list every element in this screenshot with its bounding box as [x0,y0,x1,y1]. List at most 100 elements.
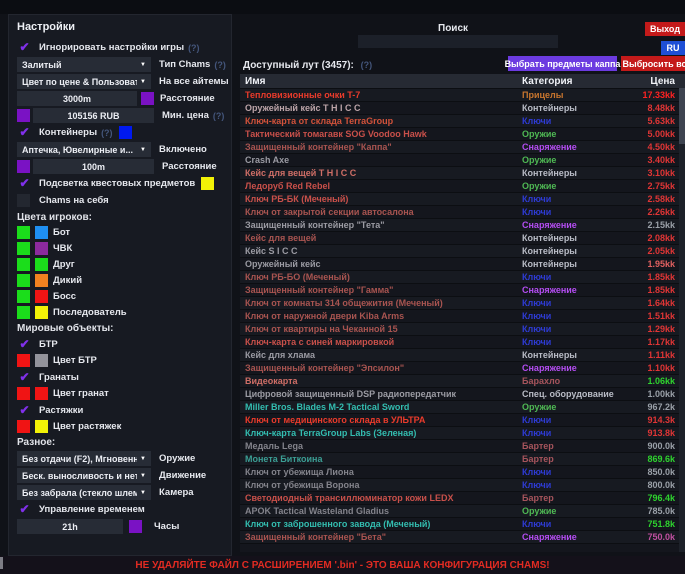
select-kappa-items-button[interactable]: Выбрать предметы каппа [508,56,617,71]
containers-filter-dropdown[interactable]: Аптечка, Ювелирные и... ▼ [17,142,151,157]
color-swatch[interactable] [17,242,30,255]
table-row[interactable]: Ключ от комнаты 314 общежития (Меченый)К… [240,296,685,309]
weapon-dropdown[interactable]: Без отдачи (F2), Мгновенное п ▼ [17,451,151,466]
hours-input[interactable]: 21h [17,519,123,534]
item-name: Защищенный контейнер "Эпсилон" [240,363,522,373]
help-icon[interactable]: (?) [214,60,226,70]
grenades-checkbox[interactable]: ✔ [17,371,32,384]
item-name: Тактический томагавк SOG Voodoo Hawk [240,129,522,139]
table-row[interactable]: Защищенный контейнер "Эпсилон"Снаряжение… [240,361,685,374]
containers-distance-input[interactable]: 100m [33,159,154,174]
chams-type-dropdown[interactable]: Залитый ▼ [17,57,151,72]
column-header-category[interactable]: Категория [522,76,619,87]
movement-dropdown[interactable]: Беск. выносливость и нет уста ▼ [17,468,151,483]
table-row[interactable]: Miller Bros. Blades M-2 Tactical SwordОр… [240,400,685,413]
table-row[interactable]: Защищенный контейнер "Тета"Снаряжение2.1… [240,218,685,231]
table-row[interactable]: Ключ РБ-БК (Меченый)Ключи2.58kk [240,192,685,205]
distance-color-swatch[interactable] [141,92,154,105]
camera-dropdown[interactable]: Без забрала (стекло шлема) ▼ [17,485,151,500]
quest-items-checkbox[interactable]: ✔ [17,177,32,190]
quest-items-color-swatch[interactable] [201,177,214,190]
table-row[interactable]: Ключ-карта TerraGroup Labs (Зеленая)Ключ… [240,426,685,439]
containers-distance-color-swatch[interactable] [17,160,30,173]
color-swatch[interactable] [35,290,48,303]
table-row[interactable]: Оружейный кейсКонтейнеры1.95kk [240,257,685,270]
table-row[interactable]: Ключ-карта с синей маркировкойКлючи1.17k… [240,335,685,348]
containers-checkbox[interactable]: ✔ [17,126,32,139]
table-row[interactable]: APOK Tactical Wasteland GladiusОружие785… [240,504,685,517]
min-price-input[interactable]: 105156 RUB [33,108,154,123]
color-swatch[interactable] [35,420,48,433]
color-swatch[interactable] [17,290,30,303]
color-swatch[interactable] [17,226,30,239]
table-row[interactable]: Медаль LegaБартер900.0k [240,439,685,452]
drop-all-button[interactable]: Выбросить все [621,56,685,71]
time-control-checkbox[interactable]: ✔ [17,503,32,516]
table-row[interactable]: Кейс для хламаКонтейнеры1.11kk [240,348,685,361]
help-icon[interactable]: (?) [188,43,200,53]
column-header-price[interactable]: Цена [619,76,685,87]
table-row[interactable]: Ключ от наружной двери Kiba ArmsКлючи1.5… [240,309,685,322]
table-row[interactable]: Ключ от убежища ЛионаКлючи850.0k [240,465,685,478]
color-swatch[interactable] [17,306,30,319]
color-swatch[interactable] [35,387,48,400]
color-swatch[interactable] [17,258,30,271]
item-price: 2.05kk [619,246,685,256]
table-row[interactable]: Защищенный контейнер "Гамма"Снаряжение1.… [240,283,685,296]
table-row[interactable]: Монета БиткоинаБартер869.6k [240,452,685,465]
color-swatch[interactable] [35,354,48,367]
color-swatch[interactable] [35,306,48,319]
table-row[interactable]: Ключ от заброшенного завода (Меченый)Клю… [240,517,685,530]
color-swatch[interactable] [35,258,48,271]
table-row[interactable]: Ключ РБ-БО (Меченый)Ключи1.85kk [240,270,685,283]
table-row[interactable]: Кейс для вещей T H I C CКонтейнеры3.10kk [240,166,685,179]
btr-color-row: Цвет БТР [17,354,223,367]
table-row[interactable]: Кейс для вещейКонтейнеры2.08kk [240,231,685,244]
exit-button[interactable]: Выход [645,22,685,36]
table-row[interactable]: Защищенный контейнер "Каппа"Снаряжение4.… [240,140,685,153]
all-items-dropdown[interactable]: Цвет по цене & Пользователь ▼ [17,74,151,89]
table-row[interactable]: Оружейный кейс T H I C CКонтейнеры8.48kk [240,101,685,114]
tripwires-checkbox[interactable]: ✔ [17,404,32,417]
movement-label: Движение [159,470,206,481]
color-swatch[interactable] [17,354,30,367]
hours-color-swatch[interactable] [129,520,142,533]
scrollbar-thumb[interactable] [679,88,685,144]
resize-grip[interactable] [0,557,3,569]
table-row[interactable]: Тепловизионные очки T-7Прицелы17.33kk [240,88,685,101]
table-row[interactable]: Ключ-карта от склада TerraGroupКлючи5.63… [240,114,685,127]
table-row[interactable]: ВидеокартаБарахло1.06kk [240,374,685,387]
table-row[interactable] [240,543,685,552]
color-swatch[interactable] [35,242,48,255]
table-row[interactable]: Цифровой защищенный DSP радиопередатчикС… [240,387,685,400]
table-row[interactable]: Ключ от медицинского склада в УЛЬТРАКлюч… [240,413,685,426]
table-row[interactable]: Ключ от закрытой секции автосалонаКлючи2… [240,205,685,218]
table-row[interactable]: Защищенный контейнер "Бета"Снаряжение750… [240,530,685,543]
help-icon[interactable]: (?) [101,128,113,138]
color-swatch[interactable] [17,387,30,400]
player-color-label: Дикий [53,275,82,286]
ignore-game-settings-checkbox[interactable]: ✔ [17,41,32,54]
distance-input[interactable]: 3000m [17,91,137,106]
btr-checkbox[interactable]: ✔ [17,338,32,351]
column-header-name[interactable]: Имя [240,76,522,87]
help-icon[interactable]: (?) [361,60,373,70]
table-row[interactable]: Ключ от убежища ВоронаКлючи800.0k [240,478,685,491]
table-row[interactable]: Светодиодный трансиллюминатор кожи LEDXБ… [240,491,685,504]
chams-self-checkbox[interactable] [17,194,30,207]
table-scrollbar[interactable] [679,88,685,552]
color-swatch[interactable] [35,274,48,287]
color-swatch[interactable] [17,420,30,433]
help-icon[interactable]: (?) [213,111,225,121]
table-row[interactable]: Ледоруб Red RebelОружие2.75kk [240,179,685,192]
color-swatch[interactable] [35,226,48,239]
color-swatch[interactable] [17,274,30,287]
search-input[interactable] [358,35,558,48]
min-price-color-swatch[interactable] [17,109,30,122]
language-button[interactable]: RU [661,41,685,55]
table-row[interactable]: Тактический томагавк SOG Voodoo HawkОруж… [240,127,685,140]
table-row[interactable]: Ключ от квартиры на Чеканной 15Ключи1.29… [240,322,685,335]
table-row[interactable]: Кейс S I C CКонтейнеры2.05kk [240,244,685,257]
containers-color-swatch[interactable] [119,126,132,139]
table-row[interactable]: Crash AxeОружие3.40kk [240,153,685,166]
